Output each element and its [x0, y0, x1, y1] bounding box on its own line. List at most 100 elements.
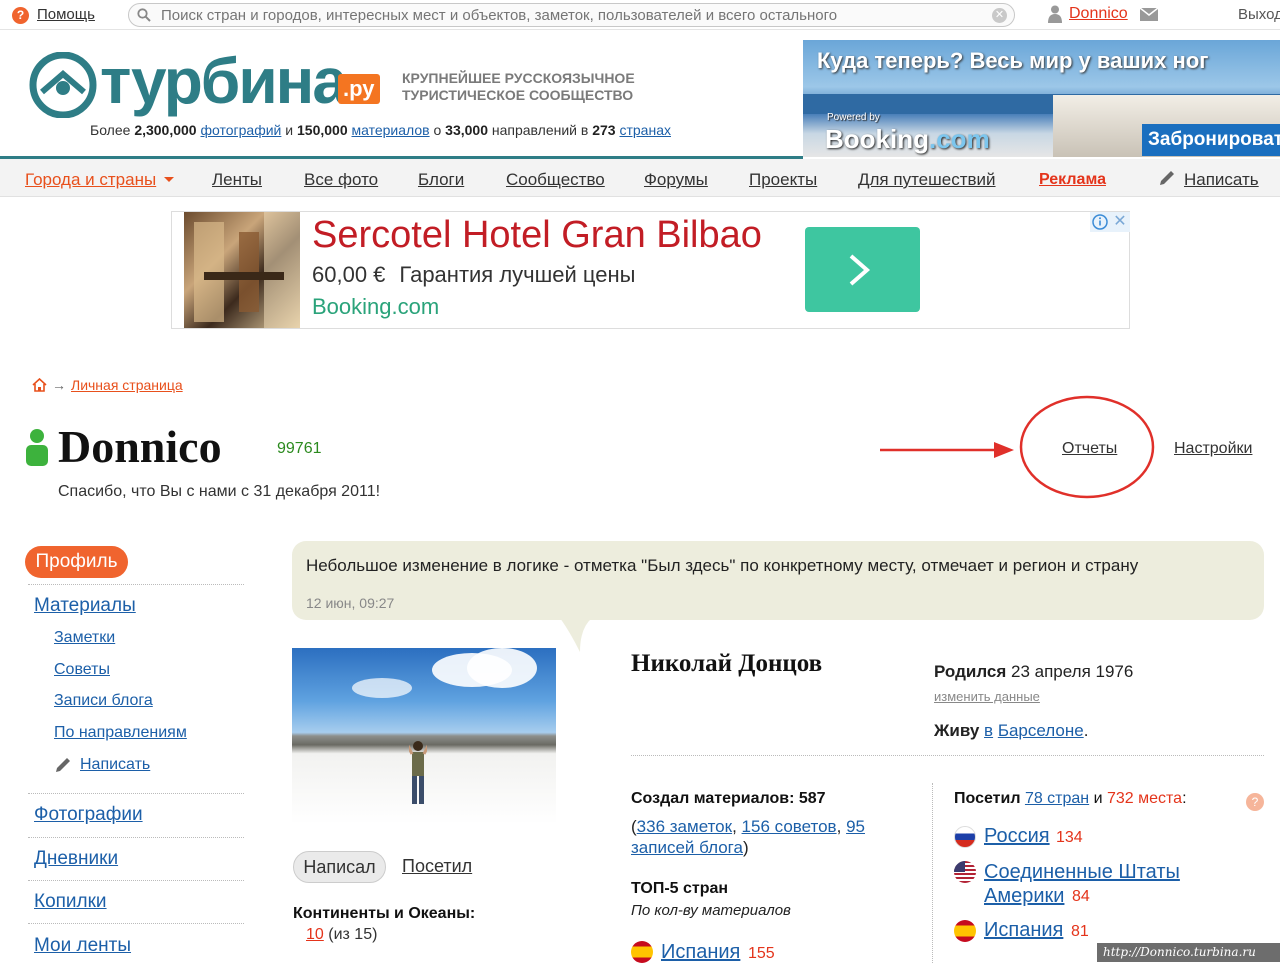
nav-write[interactable]: Написать — [1184, 170, 1259, 190]
logo-text[interactable]: турбина — [100, 44, 348, 118]
help-icon[interactable]: ? — [12, 7, 29, 24]
continents-total: (из 15) — [328, 926, 378, 943]
stats-materials-count: 150,000 — [297, 122, 348, 138]
tab-visited[interactable]: Посетил — [402, 856, 472, 877]
home-icon[interactable] — [32, 378, 47, 392]
ad-title[interactable]: Sercotel Hotel Gran Bilbao — [312, 214, 762, 257]
help-link[interactable]: Помощь — [37, 6, 95, 23]
visited-country-link[interactable]: Испания — [984, 919, 1063, 942]
visited-countries-link[interactable]: 78 стран — [1025, 790, 1089, 807]
sidebar-item-materials[interactable]: Материалы — [34, 595, 136, 617]
close-icon[interactable]: ✕ — [1110, 212, 1130, 232]
nav-projects[interactable]: Проекты — [749, 170, 817, 190]
sidebar-item-tips[interactable]: Советы — [54, 661, 110, 679]
sidebar-item-write[interactable]: Написать — [80, 756, 150, 774]
nav-cities-countries[interactable]: Города и страны — [25, 170, 156, 190]
banner-book-button[interactable]: Забронировать — [1142, 124, 1280, 156]
edit-data-link[interactable]: изменить данные — [934, 689, 1040, 704]
mail-icon[interactable] — [1140, 8, 1158, 21]
nav-for-travel[interactable]: Для путешествий — [858, 170, 996, 190]
sidebar-item-feeds[interactable]: Мои ленты — [34, 935, 131, 957]
nav-community[interactable]: Сообщество — [506, 170, 605, 190]
ad-go-button[interactable] — [805, 227, 920, 312]
sidebar-item-blog[interactable]: Записи блога — [54, 692, 153, 710]
hotel-ad[interactable]: Sercotel Hotel Gran Bilbao 60,00 € Гарант… — [171, 211, 1130, 329]
person-figure — [409, 741, 427, 804]
spain-flag-icon — [954, 920, 976, 942]
ad-site[interactable]: Booking.com — [312, 294, 439, 320]
user-icon — [1048, 5, 1062, 23]
ad-guarantee: Гарантия лучшей цены — [399, 262, 636, 287]
sidebar-item-diaries[interactable]: Дневники — [34, 848, 118, 870]
nav-forums[interactable]: Форумы — [644, 170, 708, 190]
sidebar-item-profile[interactable]: Профиль — [25, 546, 128, 578]
top5-country-count: 155 — [748, 945, 775, 962]
top5-country-link[interactable]: Испания — [661, 941, 740, 964]
sidebar-divider — [28, 584, 244, 585]
born-info: Родился 23 апреля 1976 — [934, 662, 1133, 682]
username-link[interactable]: Donnico — [1069, 5, 1128, 23]
blog-link[interactable]: записей блога — [631, 838, 743, 857]
stats-materials-link[interactable]: материалов — [352, 122, 430, 138]
sidebar-divider — [28, 923, 244, 924]
logout-link[interactable]: Выход — [1238, 6, 1280, 23]
nav-advertising[interactable]: Реклама — [1039, 171, 1106, 189]
visited-country-count: 84 — [1072, 888, 1090, 905]
details-divider — [631, 755, 1264, 756]
info-icon[interactable] — [1090, 212, 1110, 232]
nav-all-photos[interactable]: Все фото — [304, 170, 378, 190]
sidebar-item-collections[interactable]: Копилки — [34, 891, 107, 913]
continents-count[interactable]: 10 — [306, 926, 324, 943]
stats-photos-count: 2,300,000 — [134, 122, 197, 138]
stats-photos-link[interactable]: фотографий — [201, 122, 282, 138]
watermark: http://Donnico.turbina.ru — [1097, 943, 1280, 962]
sidebar-divider — [28, 793, 244, 794]
continents-label: Континенты и Океаны: — [293, 905, 476, 922]
sidebar-divider — [28, 837, 244, 838]
city-prefix-link[interactable]: в — [984, 721, 993, 740]
help-icon[interactable]: ? — [1246, 793, 1264, 811]
city-link[interactable]: Барселоне — [998, 721, 1084, 740]
visited-summary: Посетил 78 стран и 732 места: — [954, 790, 1187, 808]
status-text: Небольшое изменение в логике - отметка "… — [306, 556, 1139, 575]
settings-link[interactable]: Настройки — [1174, 440, 1252, 458]
visited-country-link[interactable]: Россия — [984, 825, 1050, 848]
logo-icon[interactable] — [28, 52, 98, 118]
lives-info: Живу в Барселоне. — [934, 721, 1088, 741]
tab-wrote[interactable]: Написал — [293, 851, 386, 883]
profile-name: Donnico — [58, 421, 222, 472]
site-stats: Более 2,300,000 фотографий и 150,000 мат… — [90, 122, 671, 138]
search-input[interactable] — [161, 6, 981, 25]
logo-tld: .ру — [338, 74, 380, 104]
stats-countries-count: 273 — [592, 122, 616, 138]
person-icon — [26, 429, 48, 466]
stats-and: и — [285, 122, 294, 138]
tagline: КРУПНЕЙШЕЕ РУССКОЯЗЫЧНОЕ ТУРИСТИЧЕСКОЕ С… — [402, 70, 635, 104]
clear-icon[interactable]: ✕ — [992, 8, 1007, 23]
chevron-down-icon[interactable] — [164, 177, 174, 182]
created-label: Создал материалов: 587 — [631, 790, 826, 807]
ad-hotel-image[interactable] — [184, 212, 300, 328]
top5-sub: По кол-ву материалов — [631, 902, 791, 919]
usa-flag-icon — [954, 861, 976, 883]
stats-about: о — [433, 122, 442, 138]
status-time: 12 июн, 09:27 — [306, 595, 395, 611]
nav-feeds[interactable]: Ленты — [212, 170, 262, 190]
tagline-line2: ТУРИСТИЧЕСКОЕ СООБЩЕСТВО — [402, 87, 634, 103]
profile-photo[interactable] — [292, 648, 556, 824]
stats-directions-count: 33,000 — [445, 122, 488, 138]
sidebar-item-photos[interactable]: Фотографии — [34, 804, 143, 826]
booking-banner[interactable]: Куда теперь? Весь мир у ваших ног Powere… — [803, 40, 1280, 157]
reports-link[interactable]: Отчеты — [1062, 440, 1117, 458]
tips-link[interactable]: 156 советов — [742, 817, 837, 836]
breadcrumb-current[interactable]: Личная страница — [71, 377, 183, 393]
search-box[interactable]: ✕ — [128, 3, 1015, 27]
nav-blogs[interactable]: Блоги — [418, 170, 464, 190]
column-divider — [932, 783, 933, 963]
sidebar-item-directions[interactable]: По направлениям — [54, 724, 187, 742]
sidebar-item-notes[interactable]: Заметки — [54, 629, 115, 647]
notes-link[interactable]: 336 заметок — [637, 817, 732, 836]
blog-count-link[interactable]: 95 — [846, 817, 865, 836]
stats-countries-link[interactable]: странах — [619, 122, 671, 138]
chevron-right-icon — [849, 254, 871, 286]
